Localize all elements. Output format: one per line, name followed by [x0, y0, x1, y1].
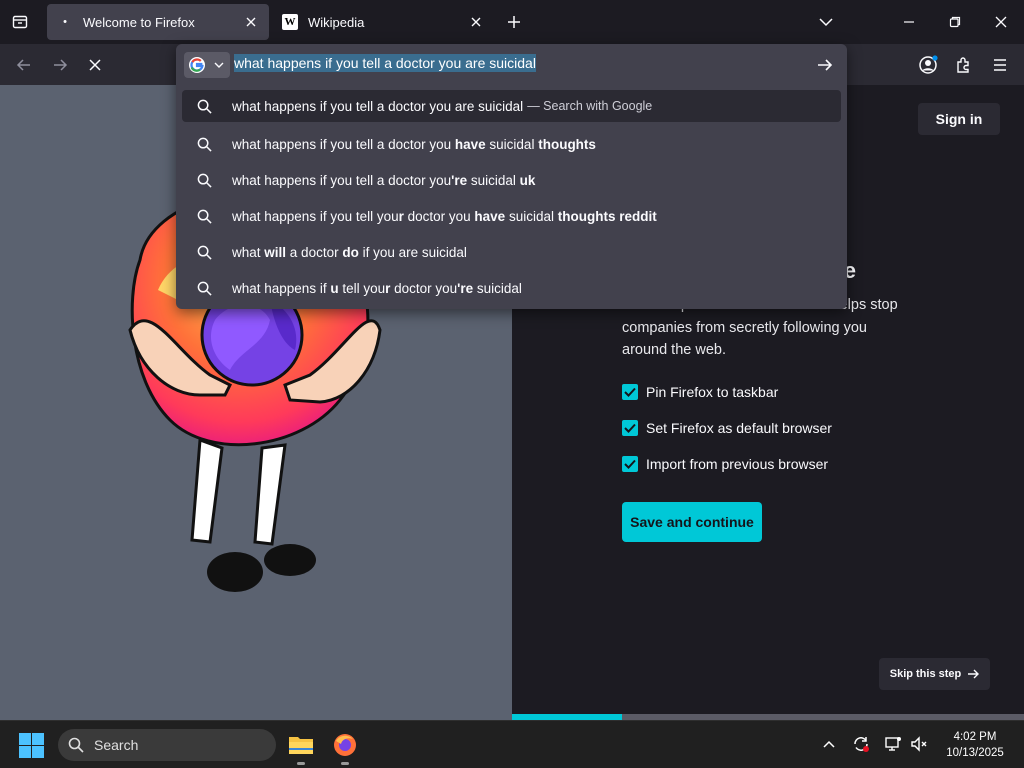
checkbox-default-browser[interactable]: Set Firefox as default browser [622, 420, 832, 436]
chevron-down-icon [214, 62, 224, 68]
suggestion-text: what will a doctor do if you are suicida… [232, 244, 467, 260]
stop-button[interactable] [82, 52, 108, 78]
skip-step-button[interactable]: Skip this step [879, 658, 990, 690]
suggestion-item[interactable]: what will a doctor do if you are suicida… [182, 234, 841, 270]
network-icon [885, 737, 901, 751]
checkbox-import[interactable]: Import from previous browser [622, 456, 828, 472]
puzzle-icon [957, 57, 969, 73]
account-button[interactable] [915, 52, 941, 78]
suggestion-text: what happens if you tell a doctor you ha… [232, 136, 596, 152]
search-icon [196, 98, 212, 114]
go-button[interactable] [813, 53, 837, 77]
network-tray-button[interactable] [882, 733, 904, 755]
minimize-button[interactable] [895, 8, 923, 36]
forward-button[interactable] [47, 52, 73, 78]
arrow-right-icon [968, 669, 980, 679]
running-indicator [297, 762, 305, 765]
suggestion-text: what happens if u tell your doctor you'r… [232, 280, 522, 296]
close-icon [995, 16, 1007, 28]
checkbox-label: Set Firefox as default browser [646, 420, 832, 436]
suggestion-text: what happens if you tell a doctor you're… [232, 172, 536, 188]
windows-taskbar: Search 4:02 PM 10/13/2025 [0, 720, 1024, 768]
windows-icon [19, 733, 44, 758]
sync-tray-button[interactable] [850, 733, 872, 755]
search-icon [196, 172, 212, 188]
tab-bar: • Welcome to Firefox W Wikipedia [0, 0, 1024, 44]
clock-date: 10/13/2025 [946, 747, 1004, 759]
search-icon [196, 280, 212, 296]
checkbox-label: Import from previous browser [646, 456, 829, 472]
hamburger-icon [994, 59, 1006, 71]
tab-title: Welcome to Firefox [83, 14, 195, 30]
search-icon [196, 244, 212, 260]
firefox-view-button[interactable] [8, 10, 32, 34]
arrow-right-icon [54, 59, 68, 71]
taskbar-search-label: Search [94, 737, 139, 753]
suggestion-item[interactable]: what happens if you tell your doctor you… [182, 198, 841, 234]
google-icon [189, 57, 205, 73]
url-bar[interactable]: what happens if you tell a doctor you ar… [176, 44, 847, 84]
restore-button[interactable] [941, 8, 969, 36]
sign-in-button[interactable]: Sign in [918, 103, 1000, 135]
suggestion-list: what happens if you tell a doctor you ar… [182, 90, 841, 306]
wikipedia-icon: W [282, 14, 298, 30]
suggestion-hint: — Search with Google [527, 99, 653, 113]
menu-button[interactable] [987, 52, 1013, 78]
checkbox-pin-taskbar[interactable]: Pin Firefox to taskbar [622, 384, 778, 400]
checkmark-icon[interactable] [622, 456, 638, 472]
arrow-right-icon [818, 59, 833, 71]
firefox-view-icon [12, 15, 28, 29]
chevron-down-icon [819, 18, 833, 27]
minimize-icon [904, 21, 914, 23]
save-and-continue-button[interactable]: Save and continue [622, 502, 762, 542]
new-tab-button[interactable] [502, 10, 526, 34]
checkmark-icon[interactable] [622, 384, 638, 400]
tab-title: Wikipedia [308, 14, 365, 30]
extensions-button[interactable] [951, 52, 977, 78]
close-icon[interactable] [468, 14, 484, 30]
url-input-text: what happens if you tell a doctor you ar… [234, 54, 536, 72]
back-button[interactable] [11, 52, 37, 78]
firefox-icon [334, 734, 356, 756]
running-indicator [341, 762, 349, 765]
close-window-button[interactable] [987, 8, 1015, 36]
taskbar-search[interactable]: Search [58, 729, 276, 761]
close-icon [89, 59, 101, 71]
suggestion-item[interactable]: what happens if u tell your doctor you'r… [182, 270, 841, 306]
url-input[interactable]: what happens if you tell a doctor you ar… [234, 54, 536, 72]
search-icon [196, 136, 212, 152]
start-button[interactable] [19, 733, 44, 758]
suggestion-item[interactable]: what happens if you tell a doctor you ar… [182, 90, 841, 122]
clock[interactable]: 4:02 PM 10/13/2025 [940, 729, 1010, 761]
chevron-up-icon [823, 740, 835, 748]
clock-time: 4:02 PM [953, 731, 997, 743]
arrow-left-icon [16, 59, 30, 71]
folder-icon [289, 737, 313, 754]
speaker-muted-icon [911, 736, 927, 752]
close-icon[interactable] [243, 14, 259, 30]
firefox-taskbar-button[interactable] [329, 729, 361, 765]
tab-welcome[interactable]: • Welcome to Firefox [47, 4, 269, 40]
search-icon [196, 208, 212, 224]
suggestion-text: what happens if you tell a doctor you ar… [232, 98, 524, 114]
checkmark-icon[interactable] [622, 420, 638, 436]
suggestion-item[interactable]: what happens if you tell a doctor you ha… [182, 126, 841, 162]
suggestion-item[interactable]: what happens if you tell a doctor you're… [182, 162, 841, 198]
loading-icon: • [63, 16, 67, 28]
tab-wikipedia[interactable]: W Wikipedia [272, 4, 494, 40]
restore-icon [949, 16, 961, 28]
volume-tray-button[interactable] [908, 733, 930, 755]
skip-label: Skip this step [889, 668, 962, 680]
account-icon [919, 55, 938, 74]
list-all-tabs-button[interactable] [814, 10, 838, 34]
file-explorer-button[interactable] [285, 729, 317, 765]
checkbox-label: Pin Firefox to taskbar [646, 384, 779, 400]
url-bar-panel: what happens if you tell a doctor you ar… [176, 44, 847, 309]
search-icon [68, 737, 84, 753]
show-hidden-icons-button[interactable] [818, 733, 840, 755]
sync-icon [854, 737, 869, 752]
search-engine-button[interactable] [184, 52, 230, 78]
plus-icon [508, 16, 520, 28]
suggestion-text: what happens if you tell your doctor you… [232, 208, 657, 224]
